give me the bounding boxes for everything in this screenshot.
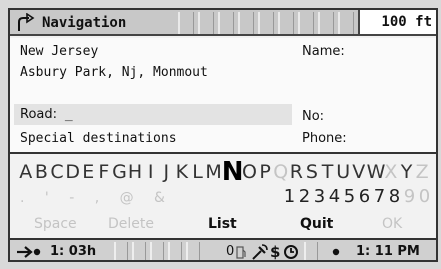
key-digit-4[interactable]: 4 [327,186,342,207]
name-label[interactable]: Name: [302,42,345,61]
status-divider [150,242,164,260]
number-label[interactable]: No: [302,107,324,126]
ok-button[interactable]: OK [382,216,402,232]
key-c[interactable]: C [49,161,65,183]
key-p[interactable]: P [257,161,273,183]
key-n[interactable]: N [222,157,244,187]
key-o[interactable]: O [242,161,258,183]
key-j[interactable]: J [158,161,174,183]
delete-button[interactable]: Delete [108,216,154,232]
header-divider [238,12,254,34]
header-bar: Navigation 100 ft [10,10,436,36]
digit-row: 1234567890 [282,186,432,207]
key-h[interactable]: H [127,161,143,183]
key-g[interactable]: G [112,161,128,183]
satellite-icon [252,244,268,260]
key-digit-9[interactable]: 9 [402,186,417,207]
key-digit-0[interactable]: 0 [417,186,432,207]
key-i[interactable]: I [143,161,159,183]
key-f[interactable]: F [96,161,112,183]
dollar-icon: $ [270,243,281,261]
letter-row: ABCDEFGHIJKLMNOPQRSTUVWXYZ [18,157,430,187]
header-divider [258,12,274,34]
symbol-keys: . ' - , @ & [20,190,173,206]
distance-display: 100 ft [358,10,436,34]
status-divider [168,242,182,260]
key-q[interactable]: Q [273,161,289,183]
key-digit-5[interactable]: 5 [342,186,357,207]
key-v[interactable]: V [351,161,367,183]
key-digit-8[interactable]: 8 [387,186,402,207]
nav-screen: Navigation 100 ft New Jersey Asbury Park… [8,8,438,262]
city-field[interactable]: Asbury Park, Nj, Monmout [20,63,208,82]
header-divider [278,12,294,34]
status-bar: 1: 03h 0 $ 1: 11 PM [10,238,436,261]
status-divider [304,242,318,260]
status-divider [132,242,146,260]
eta-value: 1: 03h [50,244,97,259]
key-z[interactable]: Z [414,161,430,183]
destination-form: New Jersey Asbury Park, Nj, Monmout Road… [10,38,436,152]
fuel-count: 0 [226,244,235,259]
key-d[interactable]: D [65,161,81,183]
page-title: Navigation [42,15,127,31]
key-l[interactable]: L [190,161,206,183]
key-e[interactable]: E [80,161,96,183]
road-input-cursor[interactable]: _ [65,107,73,122]
turn-right-arrow-icon [18,13,35,31]
speller-keyboard: ABCDEFGHIJKLMNOPQRSTUVWXYZ . ' - , @ & 1… [10,154,436,238]
key-digit-3[interactable]: 3 [312,186,327,207]
key-m[interactable]: M [205,161,221,183]
key-r[interactable]: R [289,161,305,183]
header-divider [318,12,334,34]
key-digit-6[interactable]: 6 [357,186,372,207]
key-x[interactable]: X [383,161,399,183]
road-field[interactable]: Road: _ [20,105,73,124]
key-k[interactable]: K [174,161,190,183]
clock-time: 1: 11 PM [356,244,420,259]
key-u[interactable]: U [335,161,351,183]
key-y[interactable]: Y [399,161,415,183]
status-divider [114,242,128,260]
bullet-icon [332,248,340,256]
key-digit-7[interactable]: 7 [372,186,387,207]
quit-button[interactable]: Quit [300,216,333,232]
status-divider [186,242,200,260]
key-w[interactable]: W [367,161,386,183]
space-button[interactable]: Space [34,216,77,232]
header-divider [218,12,234,34]
key-a[interactable]: A [18,161,34,183]
keyboard-actions: Space Delete List Quit OK [10,214,436,236]
key-s[interactable]: S [304,161,320,183]
key-b[interactable]: B [34,161,50,183]
header-divider [178,12,194,34]
header-divider [338,12,354,34]
header-divider [198,12,214,34]
road-label: Road: [20,107,58,122]
key-digit-2[interactable]: 2 [297,186,312,207]
special-destinations-field[interactable]: Special destinations [20,129,177,148]
key-digit-1[interactable]: 1 [282,186,297,207]
arrow-to-destination-icon [17,246,41,258]
gas-station-icon [236,246,246,259]
list-button[interactable]: List [208,216,237,232]
key-t[interactable]: T [320,161,336,183]
clock-icon [284,245,298,259]
phone-label[interactable]: Phone: [302,129,347,148]
state-field[interactable]: New Jersey [20,42,98,61]
header-divider [298,12,314,34]
